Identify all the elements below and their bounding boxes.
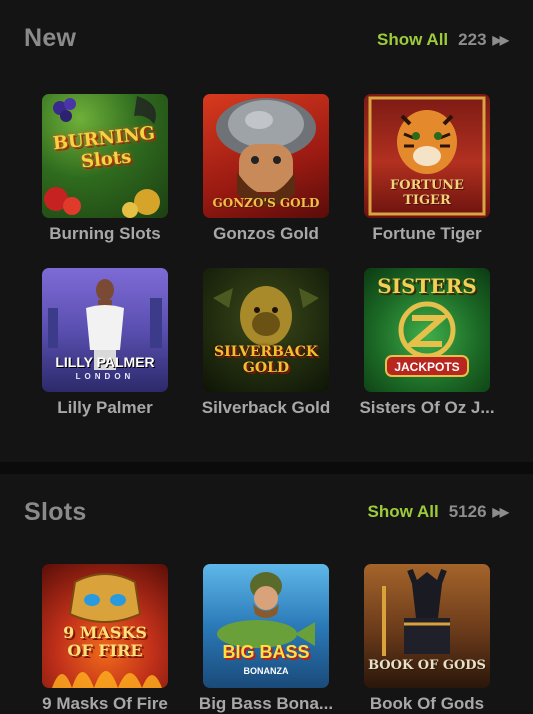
double-chevron-right-icon: ▶▶ bbox=[492, 505, 510, 519]
section-divider bbox=[0, 462, 533, 474]
game-tile-book-of-gods[interactable]: BOOK OF GODS Book Of Gods bbox=[364, 564, 490, 714]
game-art-subtext: BONANZA bbox=[243, 666, 289, 676]
show-all-button[interactable]: Show All 5126 ▶▶ bbox=[367, 502, 510, 522]
show-all-button[interactable]: Show All 223 ▶▶ bbox=[377, 30, 510, 50]
game-thumbnail: FORTUNE TIGER bbox=[364, 94, 490, 218]
game-thumbnail: BOOK OF GODS bbox=[364, 564, 490, 688]
game-art-subtext: LONDON bbox=[75, 372, 135, 381]
game-art-text: BOOK OF GODS bbox=[368, 658, 486, 673]
section-new: New Show All 223 ▶▶ BURNING Slots Burnin… bbox=[0, 0, 533, 462]
game-tile-big-bass-bonanza[interactable]: BIG BASS BONANZA Big Bass Bona... bbox=[199, 564, 333, 714]
game-name: Silverback Gold bbox=[201, 398, 331, 417]
section-title: Slots bbox=[24, 498, 87, 526]
game-tile-gonzos-gold[interactable]: GONZO'S GOLD Gonzos Gold bbox=[203, 94, 329, 244]
game-name: Big Bass Bona... bbox=[198, 694, 334, 713]
game-count: 5126 bbox=[448, 502, 487, 521]
game-tile-fortune-tiger[interactable]: FORTUNE TIGER Fortune Tiger bbox=[364, 94, 490, 244]
game-tile-silverback-gold[interactable]: SILVERBACK GOLD Silverback Gold bbox=[202, 268, 330, 418]
show-all-label: Show All bbox=[367, 502, 439, 521]
game-art-subtext: JACKPOTS bbox=[394, 360, 460, 374]
game-count: 223 bbox=[458, 30, 487, 49]
game-name: 9 Masks Of Fire bbox=[42, 694, 168, 713]
game-thumbnail: GONZO'S GOLD bbox=[203, 94, 329, 218]
section-title: New bbox=[24, 24, 77, 52]
double-chevron-right-icon: ▶▶ bbox=[492, 33, 510, 47]
game-thumbnail: SILVERBACK GOLD bbox=[203, 268, 329, 392]
game-thumbnail: LILLY PALMER LONDON bbox=[42, 268, 168, 392]
game-thumbnail: BIG BASS BONANZA bbox=[203, 564, 329, 688]
game-art-text: LILLY PALMER bbox=[55, 354, 155, 370]
game-art-text: FORTUNE TIGER bbox=[390, 178, 464, 208]
game-art-text: SILVERBACK GOLD bbox=[213, 344, 318, 376]
game-art-text: 9 MASKS OF FIRE bbox=[63, 623, 147, 660]
game-tile-9-masks-of-fire[interactable]: 9 MASKS OF FIRE 9 Masks Of Fire bbox=[42, 564, 168, 714]
game-tile-lilly-palmer[interactable]: LILLY PALMER LONDON Lilly Palmer bbox=[42, 268, 168, 418]
show-all-label: Show All bbox=[377, 30, 449, 49]
game-tile-sisters-of-oz[interactable]: SISTERS JACKPOTS Sisters Of Oz J... bbox=[359, 268, 495, 418]
game-thumbnail: 9 MASKS OF FIRE bbox=[42, 564, 168, 688]
game-thumbnail: SISTERS JACKPOTS bbox=[364, 268, 490, 392]
game-art-text: SISTERS bbox=[377, 274, 477, 298]
game-tile-burning-slots[interactable]: BURNING Slots Burning Slots bbox=[42, 94, 168, 244]
game-art-text: BIG BASS bbox=[222, 642, 310, 662]
game-thumbnail: BURNING Slots bbox=[42, 94, 168, 218]
game-name: Book Of Gods bbox=[369, 694, 485, 713]
game-name: Lilly Palmer bbox=[57, 398, 153, 417]
game-name: Fortune Tiger bbox=[372, 224, 482, 243]
game-art-text: GONZO'S GOLD bbox=[212, 196, 320, 210]
game-name: Burning Slots bbox=[49, 224, 161, 243]
section-slots: Slots Show All 5126 ▶▶ 9 MASKS OF FIRE 9… bbox=[0, 474, 533, 714]
game-name: Sisters Of Oz J... bbox=[359, 398, 495, 417]
game-name: Gonzos Gold bbox=[213, 224, 319, 243]
